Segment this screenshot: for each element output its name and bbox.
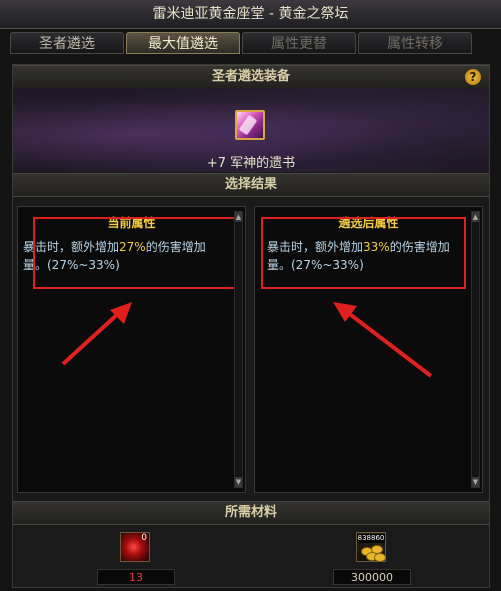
scroll-up-icon[interactable]: ▲ bbox=[472, 212, 479, 222]
tab-attribute-transfer[interactable]: 属性转移 bbox=[358, 32, 472, 54]
window-title: 雷米迪亚黄金座堂 - 黄金之祭坛 bbox=[0, 0, 501, 29]
materials-section-header: 所需材料 bbox=[13, 501, 489, 525]
tab-saint-selection[interactable]: 圣者遴选 bbox=[10, 32, 124, 54]
gold-coins-badge: 838860 bbox=[357, 534, 385, 543]
scroll-down-icon[interactable]: ▼ bbox=[472, 477, 479, 487]
red-stone-icon[interactable]: 0 bbox=[120, 532, 150, 562]
gold-coins-icon[interactable]: 838860 bbox=[356, 532, 386, 562]
scroll-up-icon[interactable]: ▲ bbox=[235, 212, 242, 222]
equipment-section-header: 圣者遴选装备 ? bbox=[13, 65, 489, 89]
annotation-arrow-left bbox=[61, 302, 132, 366]
annotation-arrow-right bbox=[333, 302, 433, 378]
red-stone-amount: 13 bbox=[97, 569, 175, 585]
current-attribute-scrollbar[interactable]: ▲ ▼ bbox=[234, 211, 243, 488]
gold-amount: 300000 bbox=[333, 569, 411, 585]
main-panel: 圣者遴选装备 ? +7 军神的遗书 选择结果 当前属性 暴击时，额外增加27%的… bbox=[12, 64, 490, 588]
tab-bar: 圣者遴选 最大值遴选 属性更替 属性转移 bbox=[0, 30, 501, 56]
result-section-header: 选择结果 bbox=[13, 173, 489, 197]
current-attribute-highlight-box bbox=[33, 217, 238, 289]
tab-attribute-replace[interactable]: 属性更替 bbox=[242, 32, 356, 54]
tab-max-selection[interactable]: 最大值遴选 bbox=[126, 32, 240, 54]
equipment-item-name: +7 军神的遗书 bbox=[206, 156, 296, 171]
equipment-section-title: 圣者遴选装备 bbox=[211, 69, 290, 84]
help-icon[interactable]: ? bbox=[465, 69, 481, 85]
red-stone-badge: 0 bbox=[141, 533, 147, 543]
equipment-item-icon[interactable] bbox=[235, 110, 265, 140]
after-attribute-highlight-box bbox=[261, 217, 466, 289]
after-attribute-scrollbar[interactable]: ▲ ▼ bbox=[471, 211, 480, 488]
scroll-down-icon[interactable]: ▼ bbox=[235, 477, 242, 487]
